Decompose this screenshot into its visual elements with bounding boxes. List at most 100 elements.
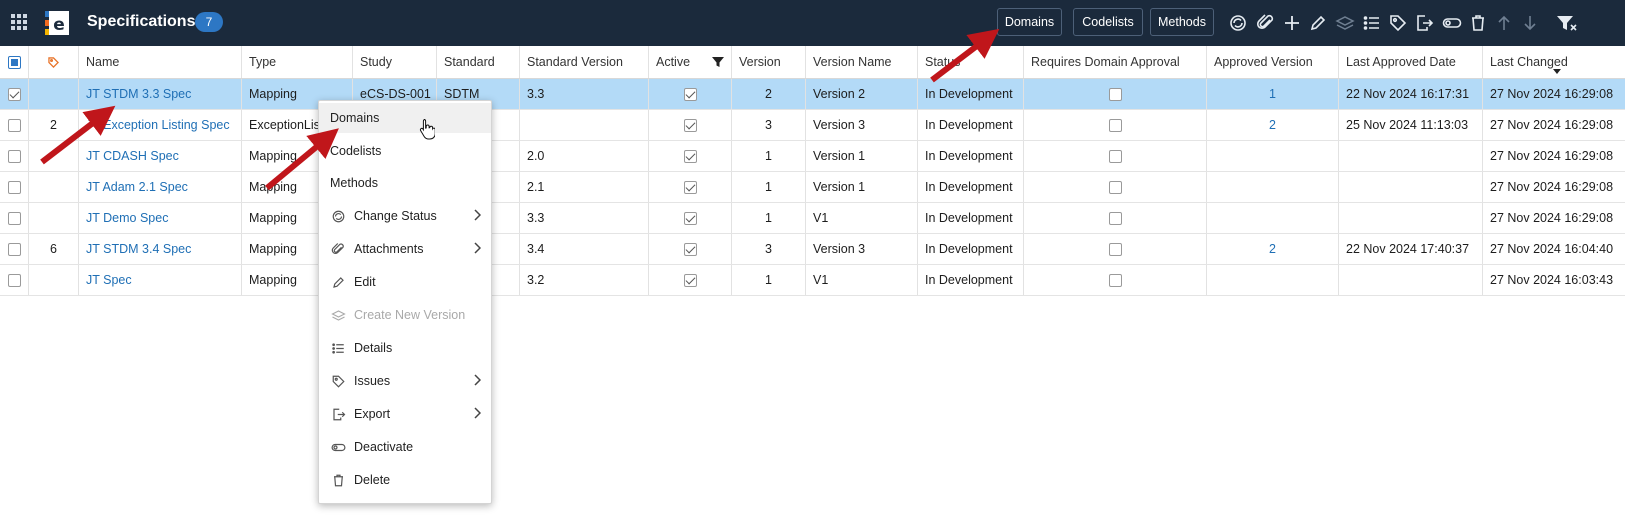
- pencil-icon[interactable]: [1308, 13, 1328, 33]
- clear-filter-icon[interactable]: [1556, 13, 1578, 33]
- column-header-standard-version[interactable]: Standard Version: [520, 46, 649, 78]
- spec-name-link[interactable]: JT STDM 3.4 Spec: [86, 242, 191, 256]
- filter-icon[interactable]: [712, 56, 724, 68]
- column-header-name[interactable]: Name: [79, 46, 242, 78]
- cell-version-name: Version 1: [806, 172, 918, 202]
- cell-approved-version[interactable]: [1207, 141, 1339, 171]
- column-header-last-approved-date[interactable]: Last Approved Date: [1339, 46, 1483, 78]
- spec-name-link[interactable]: JT CDASH Spec: [86, 149, 179, 163]
- column-header-version[interactable]: Version: [732, 46, 806, 78]
- cell-name[interactable]: JT STDM 3.3 Spec: [79, 79, 242, 109]
- paperclip-icon[interactable]: [1256, 13, 1276, 33]
- cell-approved-version[interactable]: 2: [1207, 234, 1339, 264]
- cell-text: 27 Nov 2024 16:29:08: [1490, 149, 1614, 163]
- column-header-type[interactable]: Type: [242, 46, 353, 78]
- cell-cb[interactable]: [0, 79, 29, 109]
- table-row[interactable]: JT Adam 2.1 Spec Mapping 2.1 1 Version 1 In D…: [0, 172, 1625, 203]
- cell-text: 6: [50, 242, 57, 256]
- column-header-active[interactable]: Active: [649, 46, 732, 78]
- menu-item-change-status[interactable]: Change Status: [319, 201, 491, 231]
- menu-item-domains[interactable]: Domains: [319, 103, 491, 133]
- plus-icon[interactable]: [1282, 13, 1302, 33]
- column-header-standard[interactable]: Standard: [437, 46, 520, 78]
- approved-version-link[interactable]: 1: [1269, 87, 1276, 101]
- select-all-checkbox[interactable]: [0, 46, 29, 78]
- cell-name[interactable]: JT Demo Spec: [79, 203, 242, 233]
- menu-item-deactivate[interactable]: Deactivate: [319, 432, 491, 462]
- list-icon[interactable]: [1362, 13, 1382, 33]
- cell-cb[interactable]: [0, 203, 29, 233]
- column-header-status[interactable]: Status: [918, 46, 1024, 78]
- change-status-icon[interactable]: [1228, 13, 1248, 33]
- row-select-checkbox[interactable]: [7, 118, 21, 132]
- cell-name[interactable]: JT Spec: [79, 265, 242, 295]
- table-row[interactable]: 2 JT Exception Listing Spec ExceptionLis 3 V…: [0, 110, 1625, 141]
- menu-item-codelists[interactable]: Codelists: [319, 136, 491, 166]
- cell-name[interactable]: JT Adam 2.1 Spec: [79, 172, 242, 202]
- spec-name-link[interactable]: JT Adam 2.1 Spec: [86, 180, 188, 194]
- cell-last-changed: 27 Nov 2024 16:29:08: [1483, 172, 1625, 202]
- menu-item-delete[interactable]: Delete: [319, 465, 491, 495]
- table-row[interactable]: JT CDASH Spec Mapping 2.0 1 Version 1 In Deve…: [0, 141, 1625, 172]
- approved-version-link[interactable]: 2: [1269, 118, 1276, 132]
- cell-approved-version[interactable]: 1: [1207, 79, 1339, 109]
- issues-column-header[interactable]: [29, 46, 79, 78]
- trash-icon[interactable]: [1468, 13, 1488, 33]
- row-select-checkbox[interactable]: [7, 211, 21, 225]
- grid-header: Name Type Study Standard Standard Versio…: [0, 46, 1625, 79]
- cell-version-name: Version 1: [806, 141, 918, 171]
- cell-status: In Development: [918, 141, 1024, 171]
- cell-name[interactable]: JT Exception Listing Spec: [79, 110, 242, 140]
- cell-name[interactable]: JT STDM 3.4 Spec: [79, 234, 242, 264]
- table-row[interactable]: JT Demo Spec Mapping 3.3 1 V1 In Development 2…: [0, 203, 1625, 234]
- tag-icon: [48, 56, 59, 68]
- approved-version-link[interactable]: 2: [1269, 242, 1276, 256]
- column-header-requires-domain-approval[interactable]: Requires Domain Approval: [1024, 46, 1207, 78]
- cell-cb[interactable]: [0, 234, 29, 264]
- spec-name-link[interactable]: JT Exception Listing Spec: [86, 118, 230, 132]
- menu-item-details[interactable]: Details: [319, 333, 491, 363]
- cell-active: [649, 172, 732, 202]
- cell-approved-version[interactable]: [1207, 172, 1339, 202]
- cell-cb[interactable]: [0, 172, 29, 202]
- cell-approved-version[interactable]: 2: [1207, 110, 1339, 140]
- cell-text: ExceptionLis: [249, 118, 320, 132]
- cell-approved-version[interactable]: [1207, 203, 1339, 233]
- row-select-checkbox[interactable]: [7, 87, 21, 101]
- row-select-checkbox[interactable]: [7, 273, 21, 287]
- column-header-version-name[interactable]: Version Name: [806, 46, 918, 78]
- tag-icon[interactable]: [1388, 13, 1408, 33]
- table-row[interactable]: JT STDM 3.3 Spec Mapping eCS-DS-001 SDTM 3.3…: [0, 79, 1625, 110]
- spec-name-link[interactable]: JT STDM 3.3 Spec: [86, 87, 191, 101]
- cell-cb[interactable]: [0, 141, 29, 171]
- menu-item-methods[interactable]: Methods: [319, 168, 491, 198]
- cell-approved-version[interactable]: [1207, 265, 1339, 295]
- row-select-checkbox[interactable]: [7, 149, 21, 163]
- cell-cb[interactable]: [0, 265, 29, 295]
- domains-button[interactable]: Domains: [997, 8, 1062, 36]
- cell-standard-version: 3.3: [520, 203, 649, 233]
- menu-item-export[interactable]: Export: [319, 399, 491, 429]
- active-checkbox: [683, 149, 697, 163]
- apps-grid-icon[interactable]: [11, 14, 27, 30]
- column-header-last-changed[interactable]: Last Changed: [1483, 46, 1625, 78]
- cell-text: Mapping: [249, 211, 297, 225]
- column-header-study[interactable]: Study: [353, 46, 437, 78]
- cell-cb[interactable]: [0, 110, 29, 140]
- column-header-approved-version[interactable]: Approved Version: [1207, 46, 1339, 78]
- menu-item-issues[interactable]: Issues: [319, 366, 491, 396]
- spec-name-link[interactable]: JT Spec: [86, 273, 132, 287]
- cell-last-changed: 27 Nov 2024 16:03:43: [1483, 265, 1625, 295]
- toggle-icon[interactable]: [1442, 13, 1462, 33]
- methods-button[interactable]: Methods: [1150, 8, 1214, 36]
- table-row[interactable]: JT Spec Mapping 3.2 1 V1 In Development 27 Nov…: [0, 265, 1625, 296]
- menu-item-attachments[interactable]: Attachments: [319, 234, 491, 264]
- spec-name-link[interactable]: JT Demo Spec: [86, 211, 168, 225]
- cell-name[interactable]: JT CDASH Spec: [79, 141, 242, 171]
- export-icon[interactable]: [1414, 13, 1434, 33]
- row-select-checkbox[interactable]: [7, 242, 21, 256]
- codelists-button[interactable]: Codelists: [1073, 8, 1143, 36]
- table-row[interactable]: 6 JT STDM 3.4 Spec Mapping 3.4 3 Version 3 In …: [0, 234, 1625, 265]
- menu-item-edit[interactable]: Edit: [319, 267, 491, 297]
- row-select-checkbox[interactable]: [7, 180, 21, 194]
